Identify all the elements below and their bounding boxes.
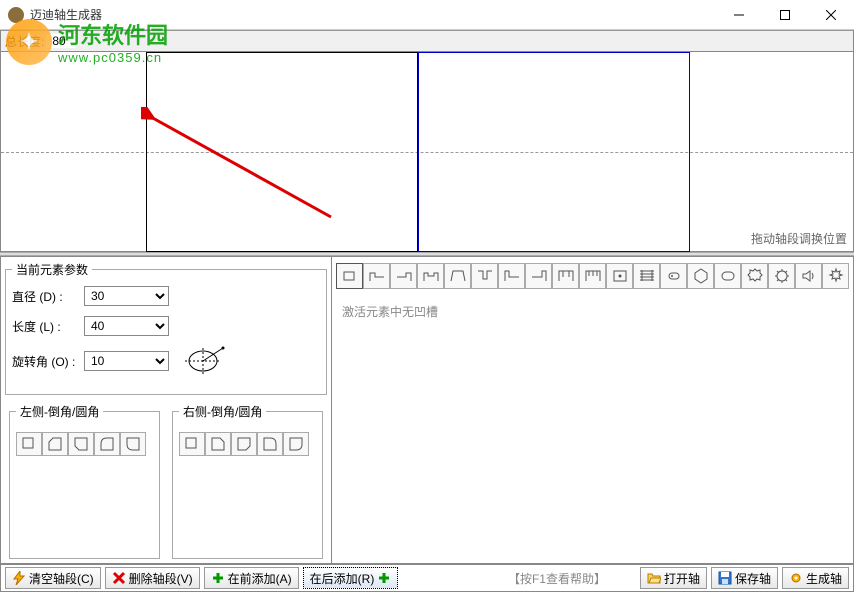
- params-legend: 当前元素参数: [12, 261, 92, 278]
- window-titlebar: 迈迪轴生成器: [0, 0, 854, 30]
- add-after-button[interactable]: 在后添加(R): [303, 567, 399, 589]
- left-corner-fillet1-button[interactable]: [94, 432, 120, 456]
- left-corner-fillet2-button[interactable]: [120, 432, 146, 456]
- diameter-select[interactable]: 30: [84, 286, 169, 306]
- lightning-icon: [12, 571, 26, 585]
- info-bar: 总长度: 80: [0, 30, 854, 52]
- open-shaft-button[interactable]: 打开轴: [640, 567, 707, 589]
- disk-icon: [718, 571, 732, 585]
- left-corner-group: 左侧-倒角/圆角: [9, 403, 160, 559]
- right-corner-chamfer2-button[interactable]: [231, 432, 257, 456]
- minimize-button[interactable]: [716, 0, 762, 30]
- gear-icon: [789, 571, 803, 585]
- maximize-button[interactable]: [762, 0, 808, 30]
- shape-gear1-button[interactable]: [741, 263, 768, 289]
- left-corner-legend: 左侧-倒角/圆角: [16, 403, 103, 420]
- shape-thread-button[interactable]: [633, 263, 660, 289]
- diameter-label: 直径 (D) :: [12, 288, 84, 305]
- right-corner-legend: 右侧-倒角/圆角: [179, 403, 266, 420]
- right-corner-fillet2-button[interactable]: [283, 432, 309, 456]
- folder-open-icon: [647, 571, 661, 585]
- shape-key-button[interactable]: [660, 263, 687, 289]
- bottom-toolbar: 清空轴段(C) 删除轴段(V) 在前添加(A) 在后添加(R) 【按F1查看帮助…: [0, 564, 854, 592]
- shape-groove3-button[interactable]: [525, 263, 552, 289]
- right-corner-none-button[interactable]: [179, 432, 205, 456]
- shape-taper-button[interactable]: [444, 263, 471, 289]
- rotation-angle-icon: [185, 346, 229, 376]
- shape-hole-button[interactable]: [606, 263, 633, 289]
- shape-groove2-button[interactable]: [498, 263, 525, 289]
- left-corner-none-button[interactable]: [16, 432, 42, 456]
- clear-segments-button[interactable]: 清空轴段(C): [5, 567, 101, 589]
- shape-oval-button[interactable]: [714, 263, 741, 289]
- total-length-value: 80: [46, 34, 76, 48]
- plus-icon: [377, 571, 391, 585]
- shape-step3-button[interactable]: [417, 263, 444, 289]
- app-icon: [8, 7, 24, 23]
- shape-groove1-button[interactable]: [471, 263, 498, 289]
- right-corner-chamfer1-button[interactable]: [205, 432, 231, 456]
- right-corner-group: 右侧-倒角/圆角: [172, 403, 323, 559]
- shape-step2-button[interactable]: [390, 263, 417, 289]
- parameters-panel: 当前元素参数 直径 (D) : 30 长度 (L) : 40 旋转角 (O) :…: [0, 256, 332, 564]
- left-corner-chamfer2-button[interactable]: [68, 432, 94, 456]
- angle-select[interactable]: 10: [84, 351, 169, 371]
- groove-panel: 激活元素中无凹槽: [332, 256, 854, 564]
- shaft-segment-1[interactable]: [146, 52, 418, 252]
- window-title: 迈迪轴生成器: [30, 6, 102, 23]
- length-label: 长度 (L) :: [12, 318, 84, 335]
- shaft-canvas[interactable]: 拖动轴段调换位置: [0, 52, 854, 252]
- angle-label: 旋转角 (O) :: [12, 353, 84, 370]
- shape-step1-button[interactable]: [363, 263, 390, 289]
- drag-hint: 拖动轴段调换位置: [751, 230, 847, 247]
- x-icon: [112, 571, 126, 585]
- shape-rect-button[interactable]: [336, 263, 363, 289]
- total-length-label: 总长度:: [5, 33, 44, 50]
- shape-hex-button[interactable]: [687, 263, 714, 289]
- shape-slot1-button[interactable]: [552, 263, 579, 289]
- shape-gear2-button[interactable]: [768, 263, 795, 289]
- close-button[interactable]: [808, 0, 854, 30]
- add-before-button[interactable]: 在前添加(A): [204, 567, 299, 589]
- element-params-group: 当前元素参数 直径 (D) : 30 长度 (L) : 40 旋转角 (O) :…: [5, 261, 327, 395]
- help-hint: 【按F1查看帮助】: [508, 570, 606, 587]
- shape-star-button[interactable]: [822, 263, 849, 289]
- right-corner-fillet1-button[interactable]: [257, 432, 283, 456]
- length-select[interactable]: 40: [84, 316, 169, 336]
- generate-shaft-button[interactable]: 生成轴: [782, 567, 849, 589]
- delete-segment-button[interactable]: 删除轴段(V): [105, 567, 200, 589]
- shaft-segment-2[interactable]: [418, 52, 690, 252]
- save-shaft-button[interactable]: 保存轴: [711, 567, 778, 589]
- shape-slot2-button[interactable]: [579, 263, 606, 289]
- shape-toolbar: [332, 257, 853, 295]
- left-corner-chamfer1-button[interactable]: [42, 432, 68, 456]
- shape-speaker-button[interactable]: [795, 263, 822, 289]
- plus-icon: [211, 571, 225, 585]
- groove-message: 激活元素中无凹槽: [332, 295, 853, 328]
